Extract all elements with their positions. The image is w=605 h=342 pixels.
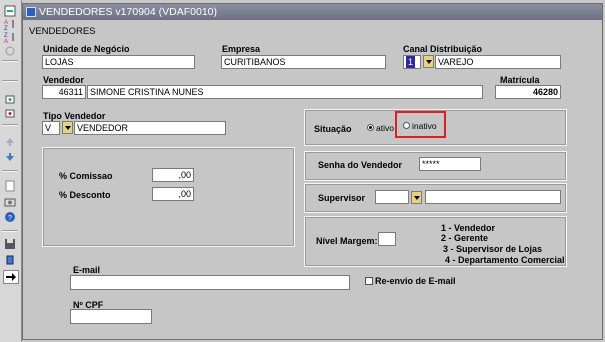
radio-ativo-button[interactable] bbox=[367, 124, 374, 131]
comissao-field[interactable]: ,00 bbox=[152, 168, 194, 182]
save-icon[interactable] bbox=[3, 5, 17, 17]
app-icon bbox=[26, 7, 36, 17]
trash-icon[interactable] bbox=[3, 253, 17, 265]
nivel-legend-1: 1 - Vendedor bbox=[441, 223, 496, 233]
supervisor-name-field[interactable] bbox=[425, 190, 561, 204]
situacao-label: Situação bbox=[314, 124, 352, 134]
window-title: VENDEDORES v170904 (VDAF0010) bbox=[39, 6, 217, 18]
camera-icon[interactable] bbox=[3, 196, 17, 208]
nivel-margem-field[interactable] bbox=[378, 232, 396, 246]
desconto-label: % Desconto bbox=[59, 190, 111, 200]
canal-distribuicao-label: Canal Distribuição bbox=[403, 44, 483, 54]
svg-text:A: A bbox=[4, 39, 8, 43]
nivel-legend-2: 2 - Gerente bbox=[441, 233, 489, 243]
supervisor-label: Supervisor bbox=[318, 193, 366, 203]
email-field[interactable] bbox=[70, 275, 350, 290]
senha-label: Senha do Vendedor bbox=[318, 160, 403, 170]
unidade-negocio-label: Unidade de Negócio bbox=[43, 44, 130, 54]
supervisor-code-field[interactable] bbox=[375, 190, 409, 204]
toolbar-separator bbox=[2, 230, 18, 232]
senha-field[interactable]: ***** bbox=[419, 157, 481, 171]
sort-asc-icon[interactable]: AZ bbox=[3, 18, 17, 30]
refresh-icon[interactable] bbox=[3, 45, 17, 57]
floppy-icon[interactable] bbox=[3, 238, 17, 250]
radio-inativo[interactable]: inativo bbox=[403, 121, 439, 131]
up-arrow-icon[interactable] bbox=[3, 136, 17, 148]
nivel-legend-4: 4 - Departamento Comercial bbox=[445, 255, 565, 265]
insert-record-icon[interactable] bbox=[3, 93, 17, 105]
canal-code-text: 1 bbox=[406, 56, 416, 68]
toolbar-separator bbox=[2, 60, 18, 62]
toolbar-separator bbox=[2, 170, 18, 172]
radio-ativo-label: ativo bbox=[376, 123, 394, 133]
radio-ativo[interactable]: ativo bbox=[367, 123, 397, 133]
title-bar[interactable]: VENDEDORES v170904 (VDAF0010) bbox=[23, 4, 602, 20]
email-label: E-mail bbox=[73, 265, 101, 275]
tipo-vendedor-label: Tipo Vendedor bbox=[43, 111, 106, 121]
section-title: VENDEDORES bbox=[29, 26, 96, 37]
canal-distribuicao-code[interactable]: 1 bbox=[403, 55, 421, 69]
vendedor-label: Vendedor bbox=[43, 75, 85, 85]
nivel-legend-3: 3 - Supervisor de Lojas bbox=[443, 244, 543, 254]
tipo-vendedor-code[interactable]: V bbox=[42, 121, 60, 135]
left-toolbar: AZ ZA ? bbox=[0, 0, 22, 342]
radio-inativo-label: inativo bbox=[412, 121, 437, 131]
delete-record-icon[interactable] bbox=[3, 107, 17, 119]
matricula-label: Matrícula bbox=[500, 75, 540, 85]
document-icon[interactable] bbox=[3, 180, 17, 192]
tipo-vendedor-dropdown-button[interactable] bbox=[62, 121, 73, 134]
reenvio-email-label: Re-envio de E-mail bbox=[375, 276, 456, 286]
vendedor-code-field[interactable]: 46311 bbox=[42, 85, 86, 99]
empresa-label: Empresa bbox=[222, 44, 261, 54]
toolbar-separator bbox=[2, 80, 18, 82]
cpf-field[interactable] bbox=[70, 309, 152, 324]
nivel-margem-label: Nível Margem: bbox=[316, 236, 378, 246]
help-icon[interactable]: ? bbox=[3, 211, 17, 223]
exit-icon[interactable] bbox=[3, 270, 19, 284]
tipo-vendedor-field[interactable]: VENDEDOR bbox=[74, 121, 226, 135]
supervisor-dropdown-button[interactable] bbox=[411, 191, 422, 204]
unidade-negocio-field[interactable]: LOJAS bbox=[42, 55, 195, 69]
toolbar-separator bbox=[2, 124, 18, 126]
matricula-field[interactable]: 46280 bbox=[495, 85, 561, 99]
canal-distribuicao-field[interactable]: VAREJO bbox=[435, 55, 561, 69]
radio-inativo-button[interactable] bbox=[403, 122, 410, 129]
svg-text:?: ? bbox=[8, 215, 12, 222]
desconto-field[interactable]: ,00 bbox=[152, 187, 194, 201]
svg-text:Z: Z bbox=[4, 26, 8, 30]
vendedor-name-field[interactable]: SIMONE CRISTINA NUNES bbox=[87, 85, 483, 99]
canal-dropdown-button[interactable] bbox=[423, 55, 434, 68]
comissao-label: % Comissao bbox=[59, 171, 113, 181]
sort-desc-icon[interactable]: ZA bbox=[3, 31, 17, 43]
vendedores-window: VENDEDORES v170904 (VDAF0010) VENDEDORES… bbox=[22, 3, 603, 340]
down-arrow-icon[interactable] bbox=[3, 151, 17, 163]
reenvio-email-checkbox[interactable] bbox=[365, 277, 373, 285]
empresa-field[interactable]: CURITIBANOS bbox=[221, 55, 386, 69]
